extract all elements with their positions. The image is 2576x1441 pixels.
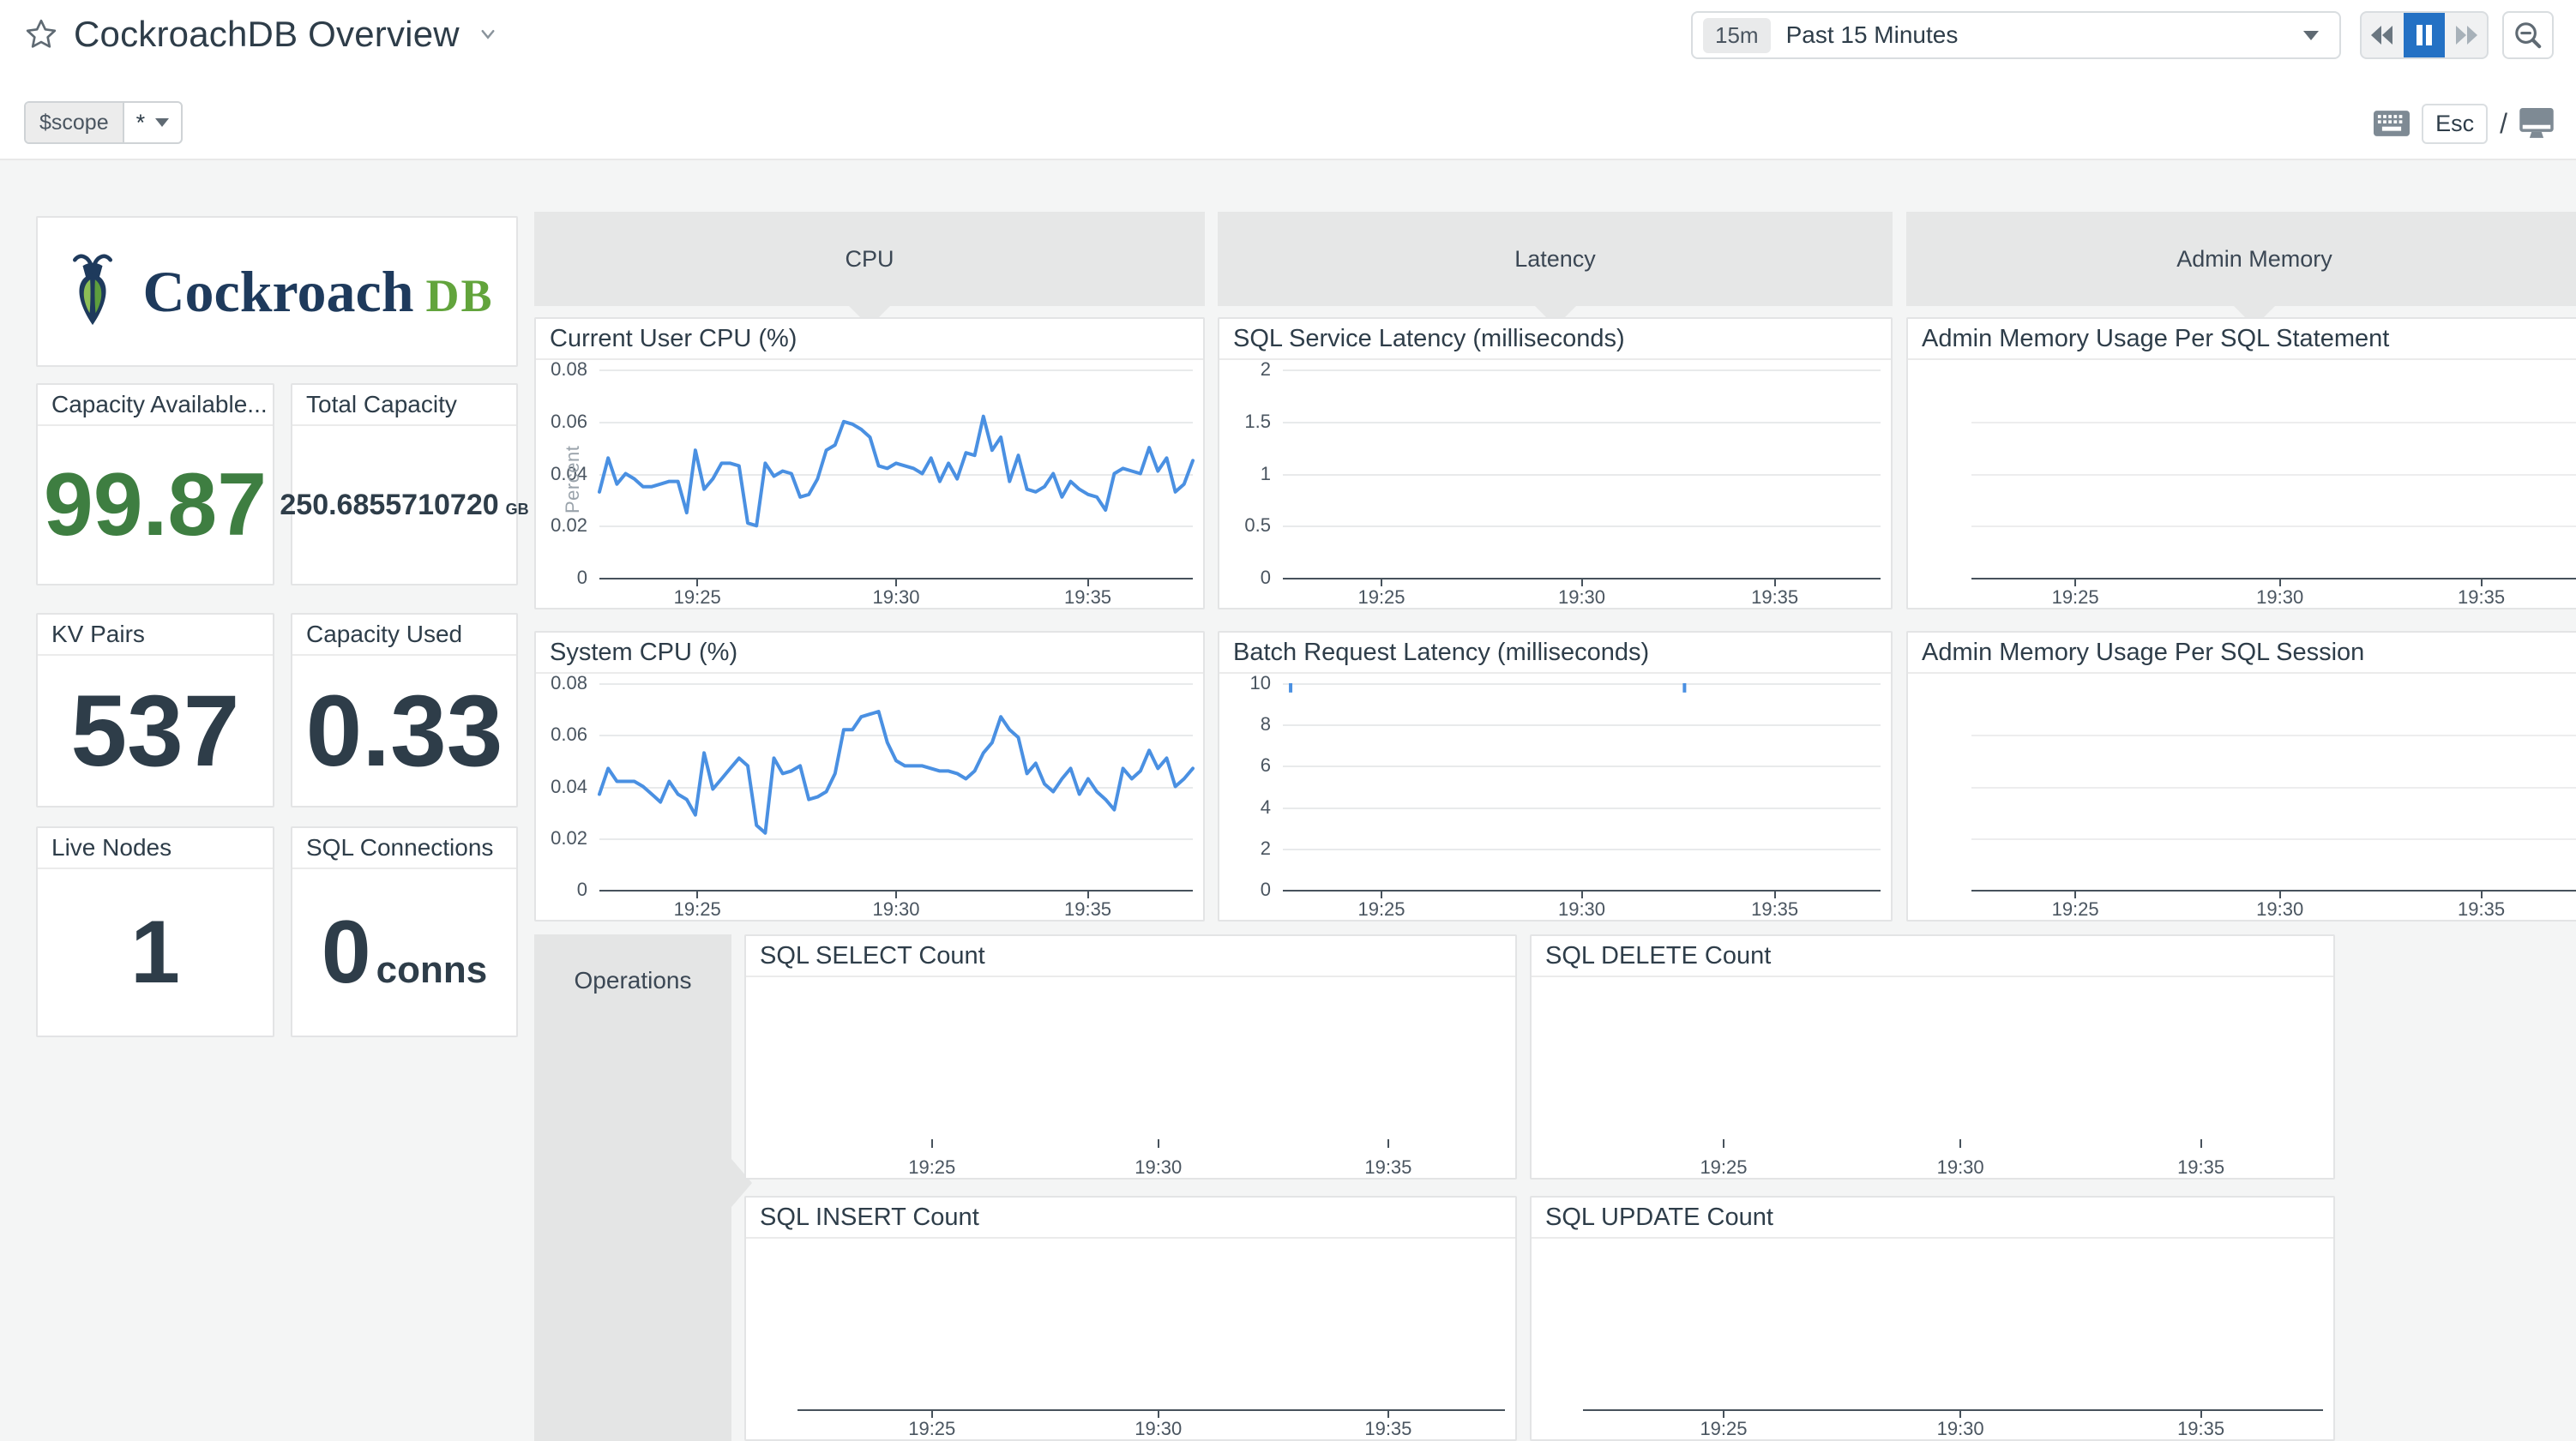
stat-card-live-nodes[interactable]: Live Nodes 1 (36, 826, 274, 1037)
time-range-picker[interactable]: 15m Past 15 Minutes (1691, 11, 2341, 59)
chart-current-user-cpu[interactable]: Current User CPU (%) 00.020.040.060.0819… (534, 317, 1205, 609)
chart-title: SQL SELECT Count (746, 936, 1515, 977)
chart-title: Admin Memory Usage Per SQL Session (1908, 633, 2576, 674)
chart-title: SQL INSERT Count (746, 1198, 1515, 1239)
chart-sql-delete-count[interactable]: SQL DELETE Count 19:2519:3019:35 (1530, 934, 2335, 1180)
group-header-operations[interactable]: Operations (534, 934, 731, 1441)
stat-title: Live Nodes (38, 828, 273, 869)
stat-card-sql-connections[interactable]: SQL Connections 0conns (291, 826, 518, 1037)
template-variable-bar: $scope * (0, 90, 2576, 159)
chart-admin-memory-per-sql-session[interactable]: Admin Memory Usage Per SQL Session 19:25… (1906, 631, 2576, 922)
shortcut-hints: Esc / (2374, 102, 2554, 145)
group-label: CPU (845, 246, 894, 272)
chart-system-cpu[interactable]: System CPU (%) 00.020.040.060.0819:2519:… (534, 631, 1205, 922)
top-bar: CockroachDB Overview 15m Past 15 Minutes (0, 0, 2576, 90)
chart-series-svg (1283, 683, 1881, 890)
chart-title: Admin Memory Usage Per SQL Statement (1908, 319, 2576, 360)
group-label: Admin Memory (2176, 246, 2332, 272)
chart-title: Current User CPU (%) (536, 319, 1203, 360)
zoom-out-icon (2513, 20, 2543, 51)
stat-value: 0 (322, 908, 371, 997)
stat-title: SQL Connections (292, 828, 516, 869)
chart-plot-area[interactable]: 00.020.040.060.0819:2519:3019:35Percent (536, 360, 1203, 609)
star-icon[interactable] (24, 17, 58, 51)
dashboard-page: CockroachDB Overview 15m Past 15 Minutes (0, 0, 2576, 1441)
chart-plot-area[interactable]: 19:2519:3019:35 (746, 1239, 1515, 1441)
stat-unit: GB (506, 501, 529, 517)
playback-controls (2360, 11, 2489, 59)
scope-caret-icon (155, 118, 169, 127)
stat-value: 250.6855710720 (280, 490, 498, 519)
time-range-label: Past 15 Minutes (1786, 21, 2303, 49)
fast-forward-icon (2453, 23, 2479, 47)
chart-plot-area[interactable]: 19:2519:3019:35 (1908, 674, 2576, 922)
stat-card-capacity-available[interactable]: Capacity Available... 99.87 (36, 383, 274, 585)
esc-key-hint: Esc (2422, 104, 2488, 144)
stat-unit: conns (376, 952, 488, 989)
fast-forward-button[interactable] (2445, 13, 2487, 57)
stat-card-total-capacity[interactable]: Total Capacity 250.6855710720GB (291, 383, 518, 585)
chart-plot-area[interactable]: 00.511.5219:2519:3019:35 (1219, 360, 1891, 609)
chart-plot-area[interactable]: 024681019:2519:3019:35 (1219, 674, 1891, 922)
scope-variable-value: * (136, 110, 146, 136)
chart-sql-service-latency[interactable]: SQL Service Latency (milliseconds) 00.51… (1218, 317, 1893, 609)
stat-title: KV Pairs (38, 615, 273, 656)
chart-series-svg (599, 683, 1193, 890)
stat-value: 537 (71, 681, 240, 782)
chart-plot-area[interactable]: 00.020.040.060.0819:2519:3019:35 (536, 674, 1203, 922)
stat-card-kv-pairs[interactable]: KV Pairs 537 (36, 613, 274, 808)
stat-value: 1 (130, 908, 180, 997)
group-label: Operations (534, 967, 731, 994)
chart-title: System CPU (%) (536, 633, 1203, 674)
chart-title: SQL UPDATE Count (1532, 1198, 2333, 1239)
chart-admin-memory-per-sql-statement[interactable]: Admin Memory Usage Per SQL Statement 19:… (1906, 317, 2576, 609)
zoom-out-button[interactable] (2502, 11, 2554, 59)
dashboard-grid: CockroachDB Capacity Available... 99.87 … (0, 159, 2576, 1441)
chart-title: Batch Request Latency (milliseconds) (1219, 633, 1891, 674)
dashboard-title-block: CockroachDB Overview (24, 14, 501, 55)
pause-button[interactable] (2404, 13, 2446, 57)
chart-batch-request-latency[interactable]: Batch Request Latency (milliseconds) 024… (1218, 631, 1893, 922)
slash-separator: / (2500, 108, 2507, 140)
time-range-caret-icon (2303, 31, 2319, 40)
rewind-icon (2369, 23, 2395, 47)
group-header-latency[interactable]: Latency (1218, 212, 1893, 306)
stat-card-capacity-used[interactable]: Capacity Used 0.33 (291, 613, 518, 808)
cockroach-bug-icon (60, 252, 125, 331)
stat-title: Capacity Used (292, 615, 516, 656)
cockroachdb-logo-card[interactable]: Cockroach DB (36, 216, 518, 367)
chart-plot-area[interactable]: 19:2519:3019:35 (1908, 360, 2576, 609)
stat-title: Capacity Available... (38, 385, 273, 426)
chart-series-svg (599, 369, 1193, 578)
pause-icon (2414, 23, 2435, 47)
chart-sql-insert-count[interactable]: SQL INSERT Count 19:2519:3019:35 (744, 1196, 1517, 1441)
page-title: CockroachDB Overview (74, 14, 460, 55)
logo-wordmark: Cockroach (142, 259, 413, 324)
chart-title: SQL DELETE Count (1532, 936, 2333, 977)
keyboard-icon[interactable] (2374, 111, 2410, 136)
stat-value: 99.87 (44, 460, 267, 549)
tv-mode-icon[interactable] (2519, 108, 2554, 139)
chart-sql-select-count[interactable]: SQL SELECT Count 19:2519:3019:35 (744, 934, 1517, 1180)
chart-title: SQL Service Latency (milliseconds) (1219, 319, 1891, 360)
group-header-cpu[interactable]: CPU (534, 212, 1205, 306)
scope-variable-name: $scope (26, 103, 124, 142)
group-label: Latency (1514, 246, 1596, 272)
rewind-button[interactable] (2362, 13, 2404, 57)
title-chevron-down-icon[interactable] (475, 21, 501, 47)
chart-sql-update-count[interactable]: SQL UPDATE Count 19:2519:3019:35 (1530, 1196, 2335, 1441)
stat-value: 0.33 (306, 681, 503, 782)
chart-plot-area[interactable]: 19:2519:3019:35 (746, 977, 1515, 1180)
logo-suffix: DB (426, 270, 494, 321)
stat-title: Total Capacity (292, 385, 516, 426)
time-range-badge: 15m (1703, 18, 1771, 53)
scope-variable-dropdown[interactable]: $scope * (24, 101, 183, 144)
group-header-admin-memory[interactable]: Admin Memory (1906, 212, 2576, 306)
chart-plot-area[interactable]: 19:2519:3019:35 (1532, 977, 2333, 1180)
chart-plot-area[interactable]: 19:2519:3019:35 (1532, 1239, 2333, 1441)
